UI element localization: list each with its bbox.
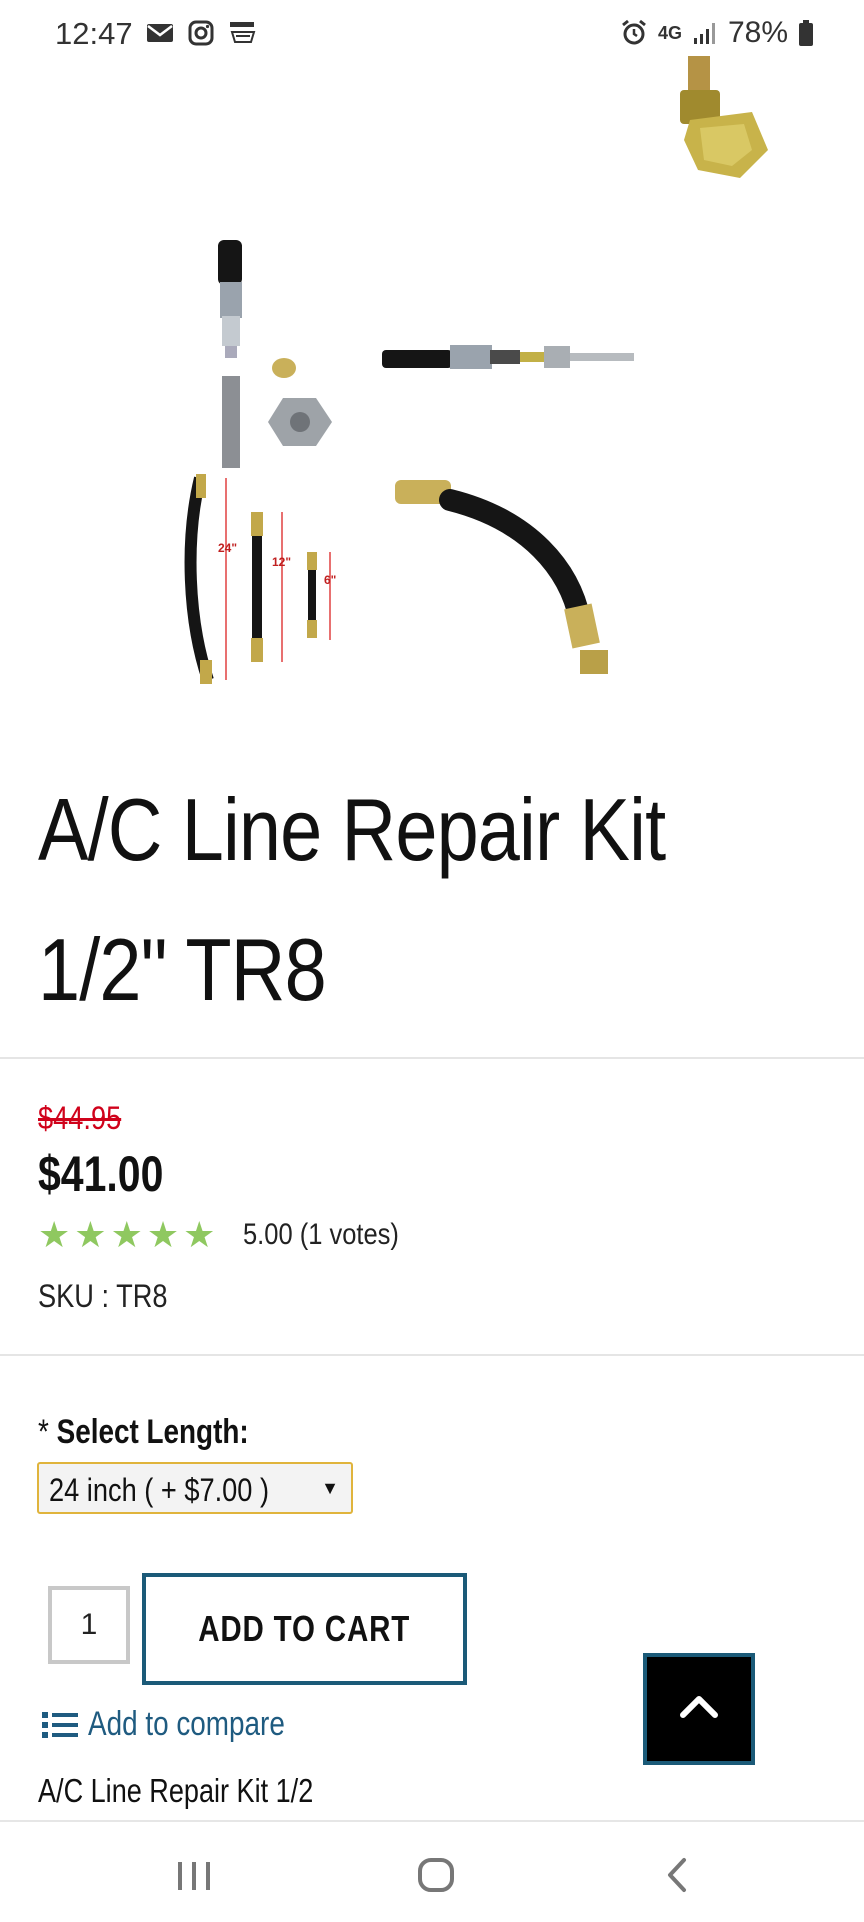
fitting-top-right-image xyxy=(680,56,768,178)
status-time: 12:47 xyxy=(55,16,133,51)
home-button[interactable] xyxy=(406,1850,466,1900)
add-to-compare-label: Add to compare xyxy=(88,1705,285,1743)
star-icon: ★ xyxy=(146,1214,180,1255)
star-icon: ★ xyxy=(38,1214,71,1255)
notification-icons xyxy=(146,20,258,46)
instagram-icon xyxy=(188,20,214,46)
product-title: A/C Line Repair Kit 1/2" TR8 xyxy=(38,780,666,1019)
home-icon xyxy=(418,1858,454,1892)
select-length-label: * Select Length: xyxy=(38,1413,249,1452)
star-icon: ★ xyxy=(110,1214,143,1255)
star-icon: ★ xyxy=(183,1214,216,1255)
mail-icon xyxy=(147,24,173,42)
length-select-value: 24 inch ( + $7.00 ) xyxy=(49,1472,270,1508)
amazon-icon xyxy=(230,22,256,43)
brass-sleeve-image xyxy=(272,358,296,378)
system-nav-bar xyxy=(0,1820,864,1922)
back-button[interactable] xyxy=(648,1850,708,1900)
horizontal-hose-image xyxy=(382,345,634,369)
network-type-icon: 4G xyxy=(657,22,682,43)
old-price: $44.95 xyxy=(38,1100,122,1136)
rating-stars: ★ ★ ★ ★ ★ xyxy=(38,1215,215,1255)
product-description: A/C Line Repair Kit 1/2 xyxy=(38,1772,314,1809)
add-to-compare-link[interactable]: Add to compare xyxy=(40,1705,328,1744)
divider xyxy=(0,1057,864,1059)
rating-text: 5.00 (1 votes) xyxy=(243,1218,400,1251)
back-icon xyxy=(668,1858,686,1892)
curved-hose-image xyxy=(395,480,608,674)
select-length-text: Select Length: xyxy=(56,1413,249,1451)
sku: SKU : TR8 xyxy=(38,1278,168,1314)
hose-lengths-image: 24" 12" 6" xyxy=(184,474,336,684)
rating: ★ ★ ★ ★ ★ 5.00 (1 votes) xyxy=(38,1215,427,1255)
battery-percent: 78% xyxy=(727,16,788,49)
length-select[interactable]: 24 inch ( + $7.00 ) ▼ xyxy=(37,1462,353,1514)
chevron-up-icon xyxy=(680,1696,718,1718)
battery-icon xyxy=(799,20,813,46)
svg-text:24": 24" xyxy=(218,541,237,555)
scroll-to-top-button[interactable] xyxy=(643,1653,755,1765)
signal-icon xyxy=(693,23,715,44)
divider xyxy=(0,1354,864,1356)
product-image[interactable]: 24" 12" 6" xyxy=(0,0,864,720)
add-to-cart-label: ADD TO CART xyxy=(198,1608,411,1649)
required-mark: * xyxy=(38,1413,49,1451)
star-icon: ★ xyxy=(74,1214,107,1255)
quantity-input[interactable]: 1 xyxy=(48,1586,130,1664)
hose-fitting-image xyxy=(218,240,242,358)
svg-text:12": 12" xyxy=(272,555,291,569)
svg-text:6": 6" xyxy=(324,573,336,587)
recent-apps-button[interactable] xyxy=(164,1850,224,1900)
current-price: $41.00 xyxy=(38,1146,164,1202)
add-to-cart-button[interactable]: ADD TO CART xyxy=(142,1573,467,1685)
pipe-image xyxy=(222,376,240,468)
recent-apps-icon xyxy=(178,1862,210,1890)
list-icon xyxy=(42,1711,78,1738)
status-bar: 12:47 4G 78% xyxy=(0,0,864,72)
alarm-icon xyxy=(622,19,646,45)
dropdown-arrow-icon: ▼ xyxy=(321,1478,339,1498)
system-icons: 4G 78% xyxy=(620,16,814,50)
